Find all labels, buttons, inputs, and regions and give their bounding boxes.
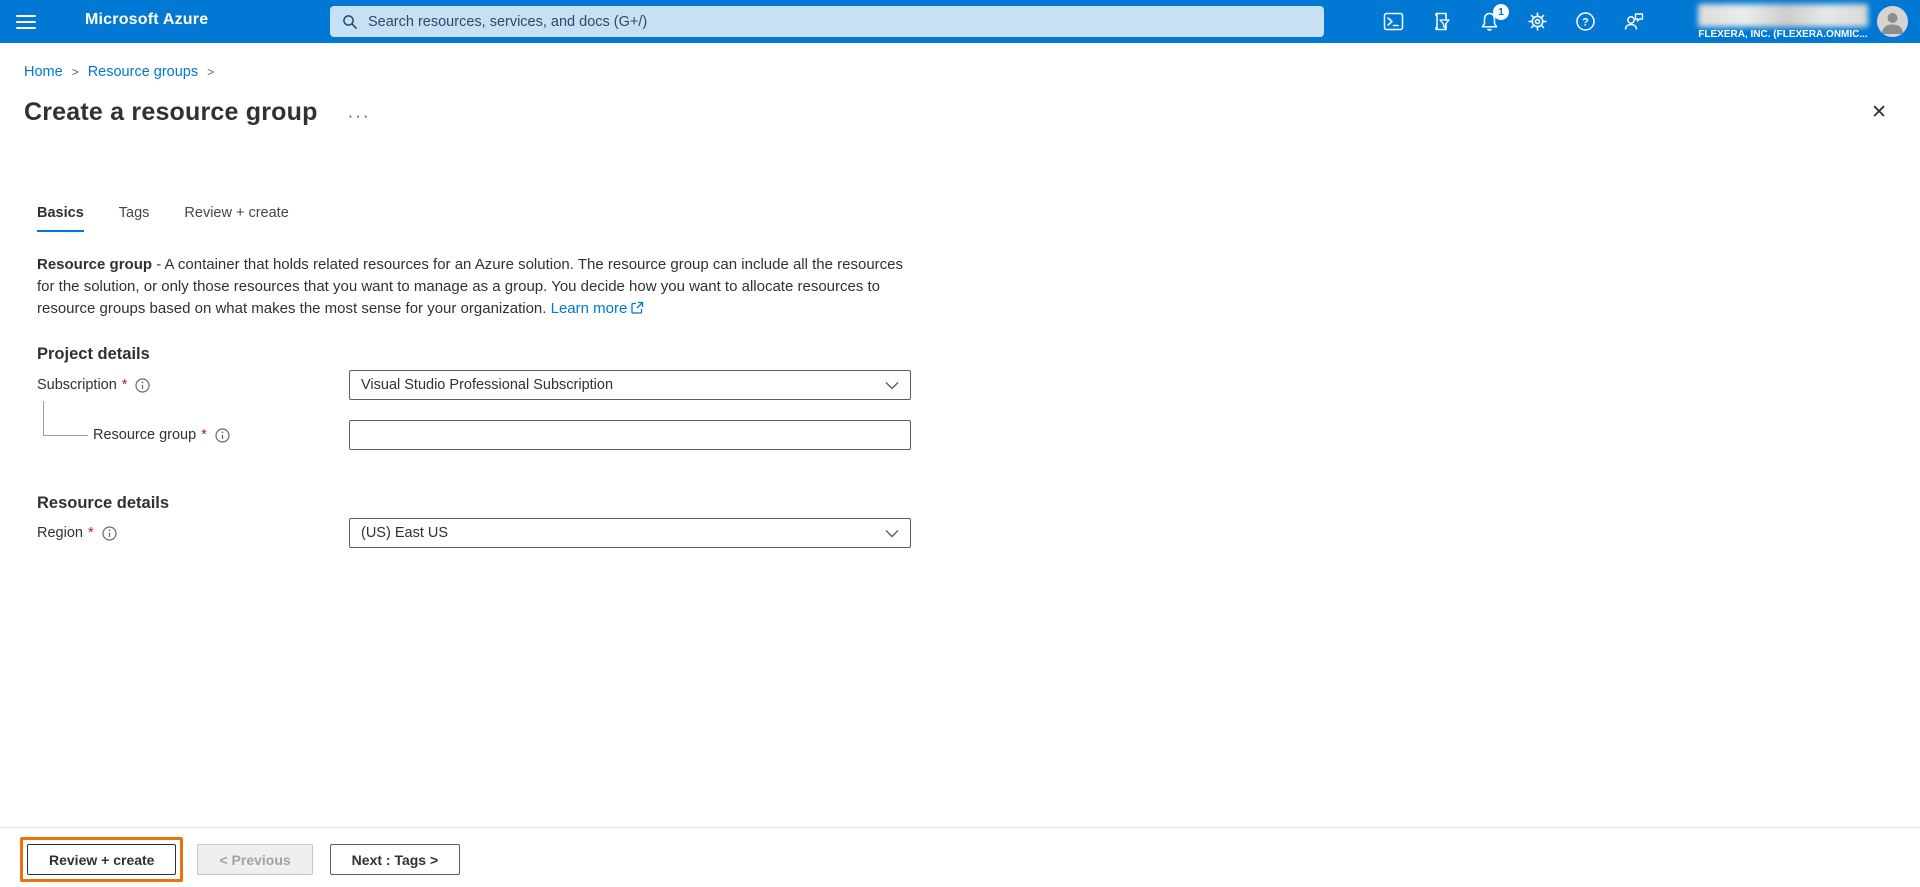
breadcrumb-home-link[interactable]: Home [24,64,63,80]
resource-group-description: Resource group - A container that holds … [37,254,905,320]
breadcrumb: Home > Resource groups > [24,64,223,80]
external-link-icon [631,301,644,314]
user-avatar[interactable] [1877,6,1908,37]
tab-tags[interactable]: Tags [119,205,150,232]
notifications-bell-icon[interactable]: 1 [1479,4,1509,32]
tab-review-create[interactable]: Review + create [184,205,288,232]
directory-filter-icon[interactable] [1431,11,1452,32]
resource-group-label: Resource group * [93,420,349,450]
page-header: Create a resource group ··· [24,98,371,127]
page-title: Create a resource group [24,98,318,126]
footer-buttons: Review + create < Previous Next : Tags > [20,837,461,882]
global-search-bar[interactable] [330,6,1324,37]
action-highlight-ring: Review + create [20,837,184,882]
breadcrumb-resource-groups-link[interactable]: Resource groups [88,64,198,80]
help-icon[interactable]: ? [1575,11,1596,32]
cloud-shell-icon[interactable] [1383,11,1404,32]
chevron-down-icon [885,529,899,538]
search-icon [342,14,358,30]
account-menu[interactable]: FLEXERA, INC. (FLEXERA.ONMIC... [1698,4,1868,40]
tab-basics[interactable]: Basics [37,205,84,232]
region-field-row: Region * (US) East US [37,518,911,548]
topbar-icon-group: 1 ? [1383,0,1644,43]
subscription-field-row: Subscription * Visual Studio Professiona… [37,370,911,400]
settings-gear-icon[interactable] [1527,11,1548,32]
description-text: - A container that holds related resourc… [37,256,904,317]
wizard-tabs: Basics Tags Review + create [37,205,324,232]
region-dropdown[interactable]: (US) East US [349,518,911,548]
info-icon[interactable] [215,427,230,443]
required-asterisk: * [87,525,94,541]
close-blade-icon[interactable]: ✕ [1871,103,1887,122]
redacted-user-email [1698,4,1868,27]
required-asterisk: * [121,377,128,393]
required-asterisk: * [201,427,207,443]
hamburger-menu-icon[interactable] [15,11,37,33]
info-icon[interactable] [102,525,117,541]
footer-divider [0,827,1920,828]
tenant-name: FLEXERA, INC. (FLEXERA.ONMIC... [1698,29,1868,40]
chevron-down-icon [885,381,899,390]
breadcrumb-separator: > [71,65,79,79]
learn-more-link[interactable]: Learn more [551,300,628,317]
resource-group-name-input[interactable] [349,420,911,450]
svg-text:?: ? [1582,17,1589,29]
azure-top-bar: Microsoft Azure 1 ? FLEXERA, INC. (FLEXE… [0,0,1920,43]
subscription-dropdown[interactable]: Visual Studio Professional Subscription [349,370,911,400]
breadcrumb-separator: > [207,65,215,79]
previous-button[interactable]: < Previous [197,844,313,875]
review-create-button[interactable]: Review + create [27,844,177,875]
azure-brand-logo[interactable]: Microsoft Azure [85,11,208,29]
search-input[interactable] [368,13,1312,30]
notification-count-badge: 1 [1493,4,1509,20]
region-value: (US) East US [361,525,449,541]
info-icon[interactable] [135,377,151,393]
field-connector-line [43,401,88,436]
resource-details-heading: Resource details [37,494,170,512]
subscription-label: Subscription * [37,370,349,400]
description-lead: Resource group [37,256,153,273]
region-label: Region * [37,518,349,548]
resource-group-field-row: Resource group * [93,420,911,450]
more-options-ellipsis-button[interactable]: ··· [348,106,371,126]
next-tags-button[interactable]: Next : Tags > [329,844,461,875]
project-details-heading: Project details [37,345,150,363]
subscription-value: Visual Studio Professional Subscription [361,377,614,393]
feedback-icon[interactable] [1623,11,1644,32]
